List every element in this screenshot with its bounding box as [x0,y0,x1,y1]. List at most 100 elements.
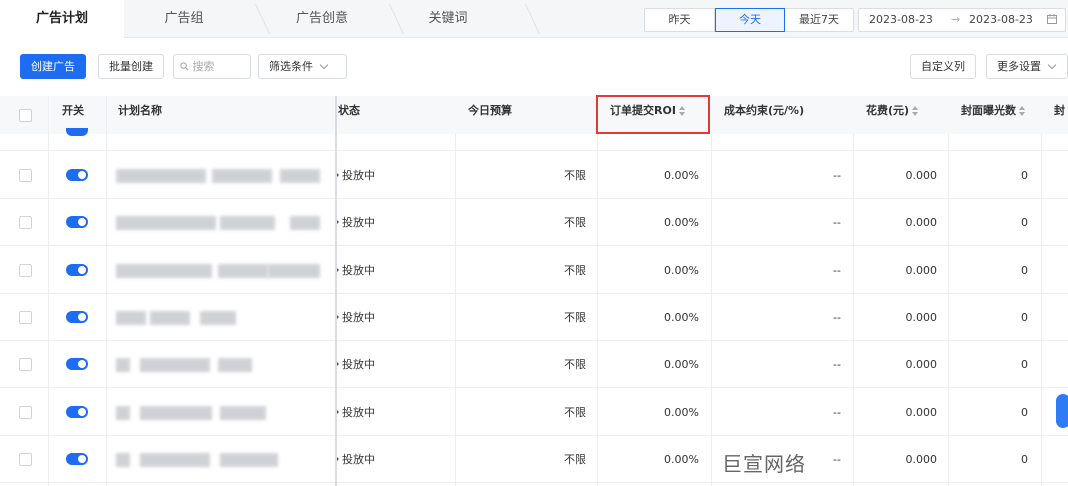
tab-ad-group[interactable]: 广告组 [124,0,244,38]
budget-cell: 不限 [564,310,586,324]
plan-name-redacted [220,405,266,420]
filter-dropdown[interactable]: 筛选条件 [258,54,347,79]
cost-constraint-cell: -- [833,358,841,372]
assistant-robot-icon[interactable] [1056,394,1068,428]
column-divider [597,134,598,486]
spend-cell: 0.000 [905,310,938,324]
column-cover-impressions[interactable]: 封面曝光数 [961,96,1026,134]
toggle-switch[interactable] [66,216,88,229]
plan-name-redacted [212,169,272,183]
search-input[interactable]: 搜索 [173,54,251,79]
filter-label: 筛选条件 [269,60,313,73]
table-row[interactable]: 投放中 不限 0.00% -- 0.000 0 [0,293,1068,341]
toggle-switch[interactable] [66,452,88,465]
status-cell: 投放中 [336,247,375,295]
plan-name-redacted [220,452,278,467]
table-row[interactable]: 投放中 不限 0.00% -- 0.000 0 [0,246,1068,295]
toggle-switch[interactable] [66,128,88,136]
impressions-cell: 0 [1021,310,1028,324]
watermark: 巨宣网络 [722,452,806,476]
plan-name-redacted [280,169,320,183]
row-checkbox[interactable] [19,263,32,277]
plan-name-redacted [140,405,212,420]
status-cell: 投放中 [336,152,375,200]
more-settings-dropdown[interactable]: 更多设置 [986,54,1068,79]
plan-name-redacted [116,310,146,325]
column-cover-partial: 封 [1054,104,1065,117]
select-all-checkbox[interactable] [19,109,32,122]
tab-ad-creative[interactable]: 广告创意 [262,0,382,38]
chevron-down-icon [1047,60,1057,70]
column-spend[interactable]: 花费(元) [866,96,919,134]
impressions-cell: 0 [1021,216,1028,230]
row-checkbox[interactable] [19,169,32,182]
date-range-end: 2023-08-23 [969,13,1033,26]
cost-constraint-cell: -- [833,310,841,324]
date-range-start: 2023-08-23 [869,13,933,26]
impressions-cell: 0 [1021,405,1028,419]
spend-cell: 0.000 [905,263,938,277]
budget-cell: 不限 [564,216,586,230]
toggle-switch[interactable] [66,405,88,418]
row-checkbox[interactable] [19,216,32,230]
tab-ad-plan[interactable]: 广告计划 [0,0,124,39]
table-row[interactable]: 投放中 不限 0.00% -- 0.000 0 [0,388,1068,436]
status-cell: 投放中 [336,341,375,389]
column-divider [853,134,854,486]
status-cell: 投放中 [336,436,375,484]
date-range-picker[interactable]: 2023-08-23 → 2023-08-23 [858,8,1066,32]
table-row[interactable]: 投放中 不限 0.00% -- 0.000 0 [0,341,1068,389]
toggle-switch[interactable] [66,358,88,371]
toggle-switch[interactable] [66,263,88,276]
cost-constraint-cell: -- [833,263,841,277]
date-filter-last7days[interactable]: 最近7天 [785,9,853,31]
table-row[interactable]: 投放中 不限 0.00% -- 0.000 0 [0,435,1068,484]
create-ad-button[interactable]: 创建广告 [20,54,86,79]
row-checkbox[interactable] [19,358,32,372]
toggle-switch[interactable] [66,169,88,181]
date-filter-today[interactable]: 今天 [715,8,785,32]
table-row-partial [0,128,1068,151]
roi-cell: 0.00% [664,263,699,277]
plan-name-redacted [140,452,210,467]
tab-keywords[interactable]: 关键词 [388,0,508,38]
column-divider [455,134,456,486]
more-settings-label: 更多设置 [997,60,1041,73]
budget-cell: 不限 [564,263,586,277]
column-plan-name: 计划名称 [118,104,162,117]
budget-cell: 不限 [564,169,586,182]
plan-name-redacted [290,216,320,231]
custom-columns-button[interactable]: 自定义列 [910,54,976,79]
toggle-switch[interactable] [66,310,88,323]
table-row[interactable]: 投放中 不限 0.00% -- 0.000 0 [0,152,1068,199]
row-checkbox[interactable] [19,405,32,419]
table-row[interactable]: 投放中 不限 0.00% -- 0.000 0 [0,199,1068,247]
row-checkbox[interactable] [19,452,32,466]
batch-create-button[interactable]: 批量创建 [98,54,164,79]
plan-name-redacted [140,358,210,373]
column-cost-constraint: 成本约束(元/%) [724,104,805,117]
plan-name-redacted [116,216,216,231]
table-header: 开关 计划名称 状态 今日预算 订单提交ROI 成本约束(元/%) 花费(元) … [0,96,1068,134]
column-divider [948,134,949,486]
roi-cell: 0.00% [664,216,699,230]
search-placeholder: 搜索 [192,60,215,73]
column-divider [1041,134,1042,486]
cost-constraint-cell: -- [833,169,841,182]
cost-constraint-cell: -- [833,216,841,230]
plan-name-redacted [150,310,190,325]
date-quick-filter: 昨天 今天 最近7天 [644,8,854,32]
roi-cell: 0.00% [664,169,699,182]
date-filter-yesterday[interactable]: 昨天 [645,9,715,31]
tab-bar: 广告计划 广告组 广告创意 关键词 昨天 今天 最近7天 2023-08-23 … [0,0,1068,39]
row-checkbox[interactable] [19,310,32,324]
impressions-cell: 0 [1021,169,1028,182]
plan-name-redacted [268,263,320,278]
cost-constraint-cell: -- [833,405,841,419]
sort-icon [912,106,919,116]
impressions-cell: 0 [1021,452,1028,466]
impressions-cell: 0 [1021,263,1028,277]
spend-cell: 0.000 [905,216,938,230]
roi-cell: 0.00% [664,452,699,466]
budget-cell: 不限 [564,452,586,466]
